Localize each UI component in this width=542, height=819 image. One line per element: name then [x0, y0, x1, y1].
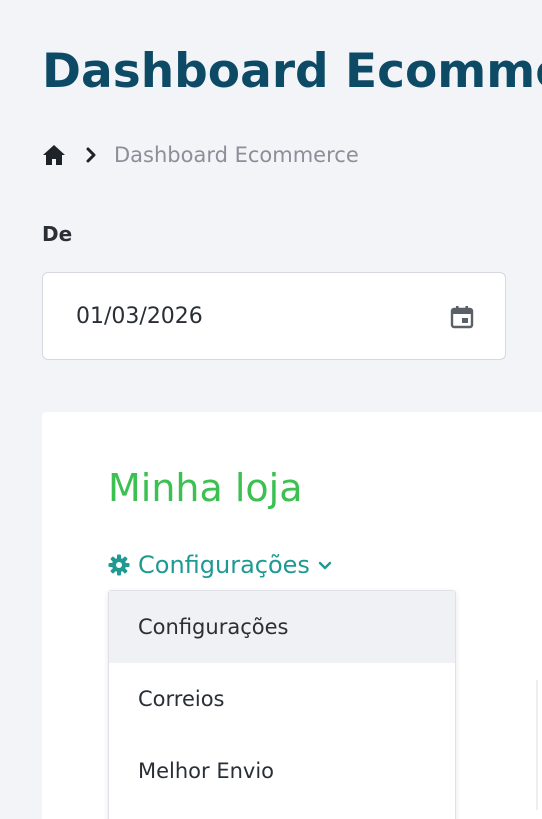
menu-item-correios[interactable]: Correios	[109, 663, 455, 735]
store-title: Minha loja	[108, 466, 303, 510]
date-from-value: 01/03/2026	[76, 304, 203, 329]
calendar-icon[interactable]	[449, 304, 475, 330]
menu-item-configuracoes[interactable]: Configurações	[109, 591, 455, 663]
page-title: Dashboard Ecommerce	[42, 44, 542, 99]
home-icon[interactable]	[42, 144, 66, 166]
chevron-right-icon	[84, 147, 98, 163]
date-from-input[interactable]: 01/03/2026	[42, 272, 506, 360]
breadcrumb-current: Dashboard Ecommerce	[114, 143, 359, 167]
page: Dashboard Ecommerce Dashboard Ecommerce …	[0, 0, 542, 819]
chevron-down-icon	[318, 558, 332, 572]
menu-item-melhor-envio[interactable]: Melhor Envio	[109, 735, 455, 807]
content-divider	[536, 680, 538, 810]
date-from-label: De	[42, 222, 73, 246]
settings-dropdown-toggle[interactable]: Configurações	[108, 548, 332, 582]
gear-icon	[108, 554, 130, 576]
settings-label: Configurações	[138, 551, 310, 579]
breadcrumb: Dashboard Ecommerce	[42, 141, 359, 169]
settings-dropdown-menu: Configurações Correios Melhor Envio	[108, 590, 456, 819]
